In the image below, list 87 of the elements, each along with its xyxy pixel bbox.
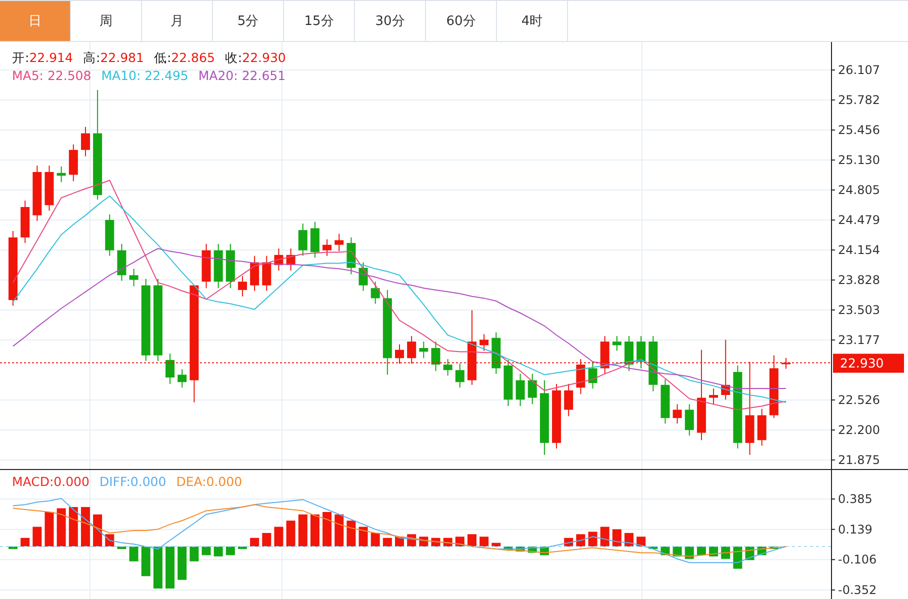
candle [322,238,332,256]
macd-legend: DIFF:0.000 [99,474,166,489]
candle [600,336,610,374]
candle [238,276,247,297]
quote-value: 22.914 [29,50,73,67]
candle [80,126,90,157]
candle [419,341,428,359]
candle [552,383,562,449]
price-tick: 24.805 [838,182,880,197]
candle [612,336,622,352]
candle [105,214,114,256]
candle [492,332,501,374]
candle [117,243,126,282]
candle [672,404,682,424]
candle [56,166,66,183]
quote-label: 开: [12,50,30,67]
candle [250,255,260,292]
candle [660,378,670,424]
candle [395,344,404,364]
macd-tick: -0.106 [838,552,877,567]
macd-tick: 0.139 [838,522,872,536]
candle [274,248,284,272]
candle [358,262,368,292]
candle [129,268,138,287]
current-price: 22.930 [840,356,884,371]
quote-label: 低: [154,50,172,67]
price-tick: 22.526 [838,392,880,407]
ma-legend: MA5: 22.508 [12,68,92,83]
candle [431,341,440,372]
candle [636,336,646,369]
candle [648,336,658,392]
quote-value: 22.981 [100,50,144,67]
macd-legend: DEA:0.000 [176,474,242,489]
quote-label: 收: [224,50,242,67]
candle [624,336,634,372]
candle [214,243,223,289]
candle [166,353,175,384]
price-tick: 23.503 [838,302,880,317]
candle [564,383,574,417]
candle [68,144,78,182]
price-tick: 24.479 [838,213,880,228]
macd-legend: MACD:0.000 [12,474,90,489]
price-tick: 26.107 [838,63,880,77]
candle [684,404,694,436]
candle [262,255,272,292]
price-tick: 25.130 [838,153,880,168]
candle [310,221,320,258]
price-tick: 24.154 [838,242,880,257]
candle [226,243,235,289]
current-price-marker [833,354,904,373]
candle [588,361,598,390]
price-tick: 25.782 [838,92,880,107]
candle [202,243,211,289]
candle [576,358,586,395]
candle [370,281,380,304]
candle [346,236,356,275]
candle [516,373,525,407]
candle [528,373,537,405]
quote-value: 22.930 [242,50,286,67]
quote-label: 高: [82,50,100,67]
candle [298,223,308,256]
candle [782,358,790,370]
candle [334,233,344,252]
candle [178,368,187,388]
price-tick: 25.456 [838,123,880,137]
ma-legend: MA20: 22.651 [198,68,286,83]
candle [32,165,42,222]
price-tick: 23.177 [838,333,880,347]
candle [44,165,54,212]
candle [480,334,489,352]
price-tick: 21.875 [838,452,880,467]
candle [286,248,296,272]
macd-tick: -0.352 [838,583,877,597]
price-tick: 23.828 [838,273,880,287]
candle [443,358,452,376]
ma-legend: MA10: 22.495 [101,68,188,83]
macd-tick: 0.385 [838,492,872,506]
price-tick: 22.200 [838,423,880,437]
candle [407,336,416,364]
candle [20,200,30,244]
quote-value: 22.865 [171,50,215,67]
candle [709,388,718,405]
candle [757,408,766,446]
candle [769,354,778,419]
candle [721,339,730,400]
candle [504,359,513,407]
candle [455,363,464,388]
